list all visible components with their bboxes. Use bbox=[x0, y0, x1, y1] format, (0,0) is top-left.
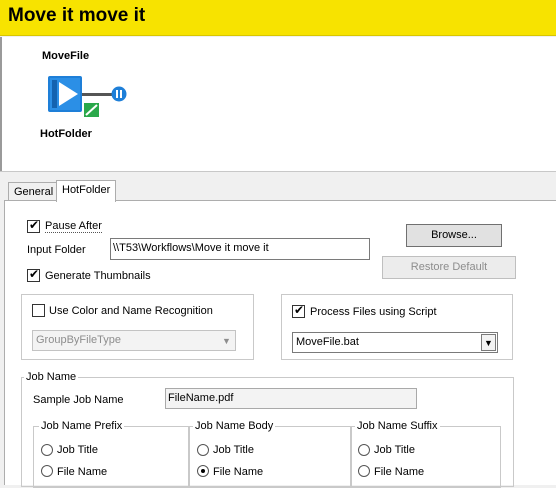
body-group bbox=[189, 426, 351, 488]
workflow-title: Move it move it bbox=[8, 5, 146, 26]
color-name-recognition-checkbox[interactable] bbox=[32, 304, 45, 317]
color-name-recognition-label[interactable]: Use Color and Name Recognition bbox=[49, 305, 213, 317]
generate-thumbnails-label[interactable]: Generate Thumbnails bbox=[45, 270, 151, 282]
suffix-group bbox=[351, 426, 501, 488]
divider bbox=[0, 171, 556, 178]
process-script-checkbox[interactable] bbox=[292, 303, 305, 318]
restore-default-button[interactable]: Restore Default bbox=[382, 256, 516, 279]
prefix-legend: Job Name Prefix bbox=[39, 420, 125, 432]
chevron-down-icon: ▼ bbox=[481, 334, 496, 351]
generate-thumbnails-checkbox[interactable] bbox=[27, 267, 40, 282]
node-top-label: MoveFile bbox=[42, 50, 90, 62]
chevron-down-icon: ▼ bbox=[222, 335, 231, 346]
prefix-group bbox=[33, 426, 189, 488]
suffix-file-name-radio[interactable] bbox=[358, 465, 370, 477]
script-select[interactable]: MoveFile.bat ▼ bbox=[292, 332, 498, 353]
suffix-job-title-label[interactable]: Job Title bbox=[374, 444, 415, 456]
pause-after-checkbox[interactable] bbox=[27, 218, 40, 233]
body-job-title-label[interactable]: Job Title bbox=[213, 444, 254, 456]
group-select-value: GroupByFileType bbox=[36, 334, 121, 346]
suffix-job-title-radio[interactable] bbox=[358, 444, 370, 456]
body-legend: Job Name Body bbox=[193, 420, 276, 432]
process-script-label[interactable]: Process Files using Script bbox=[310, 306, 437, 318]
group-select[interactable]: GroupByFileType ▼ bbox=[32, 330, 236, 351]
sample-job-name-field: FileName.pdf bbox=[165, 388, 417, 409]
suffix-legend: Job Name Suffix bbox=[355, 420, 440, 432]
input-folder-label: Input Folder bbox=[27, 244, 86, 256]
body-job-title-radio[interactable] bbox=[197, 444, 209, 456]
pause-after-label[interactable]: Pause After bbox=[45, 220, 102, 233]
input-folder-field[interactable]: \\T53\Workflows\Move it move it bbox=[110, 238, 370, 260]
tab-hotfolder[interactable]: HotFolder bbox=[56, 180, 117, 202]
suffix-file-name-label[interactable]: File Name bbox=[374, 466, 424, 478]
browse-button[interactable]: Browse... bbox=[406, 224, 502, 247]
body-file-name-radio[interactable] bbox=[197, 465, 209, 477]
prefix-job-title-label[interactable]: Job Title bbox=[57, 444, 98, 456]
title-bar: Move it move it bbox=[0, 0, 556, 36]
workflow-canvas: MoveFile HotFolder bbox=[0, 37, 556, 171]
script-select-value: MoveFile.bat bbox=[296, 336, 359, 348]
body-file-name-label[interactable]: File Name bbox=[213, 466, 263, 478]
prefix-file-name-radio[interactable] bbox=[41, 465, 53, 477]
job-name-legend: Job Name bbox=[24, 371, 79, 383]
hotfolder-node-icon[interactable] bbox=[46, 73, 132, 123]
tab-general[interactable]: General bbox=[8, 182, 60, 201]
node-bottom-label: HotFolder bbox=[40, 128, 92, 140]
sample-job-name-label: Sample Job Name bbox=[33, 394, 124, 406]
prefix-job-title-radio[interactable] bbox=[41, 444, 53, 456]
prefix-file-name-label[interactable]: File Name bbox=[57, 466, 107, 478]
